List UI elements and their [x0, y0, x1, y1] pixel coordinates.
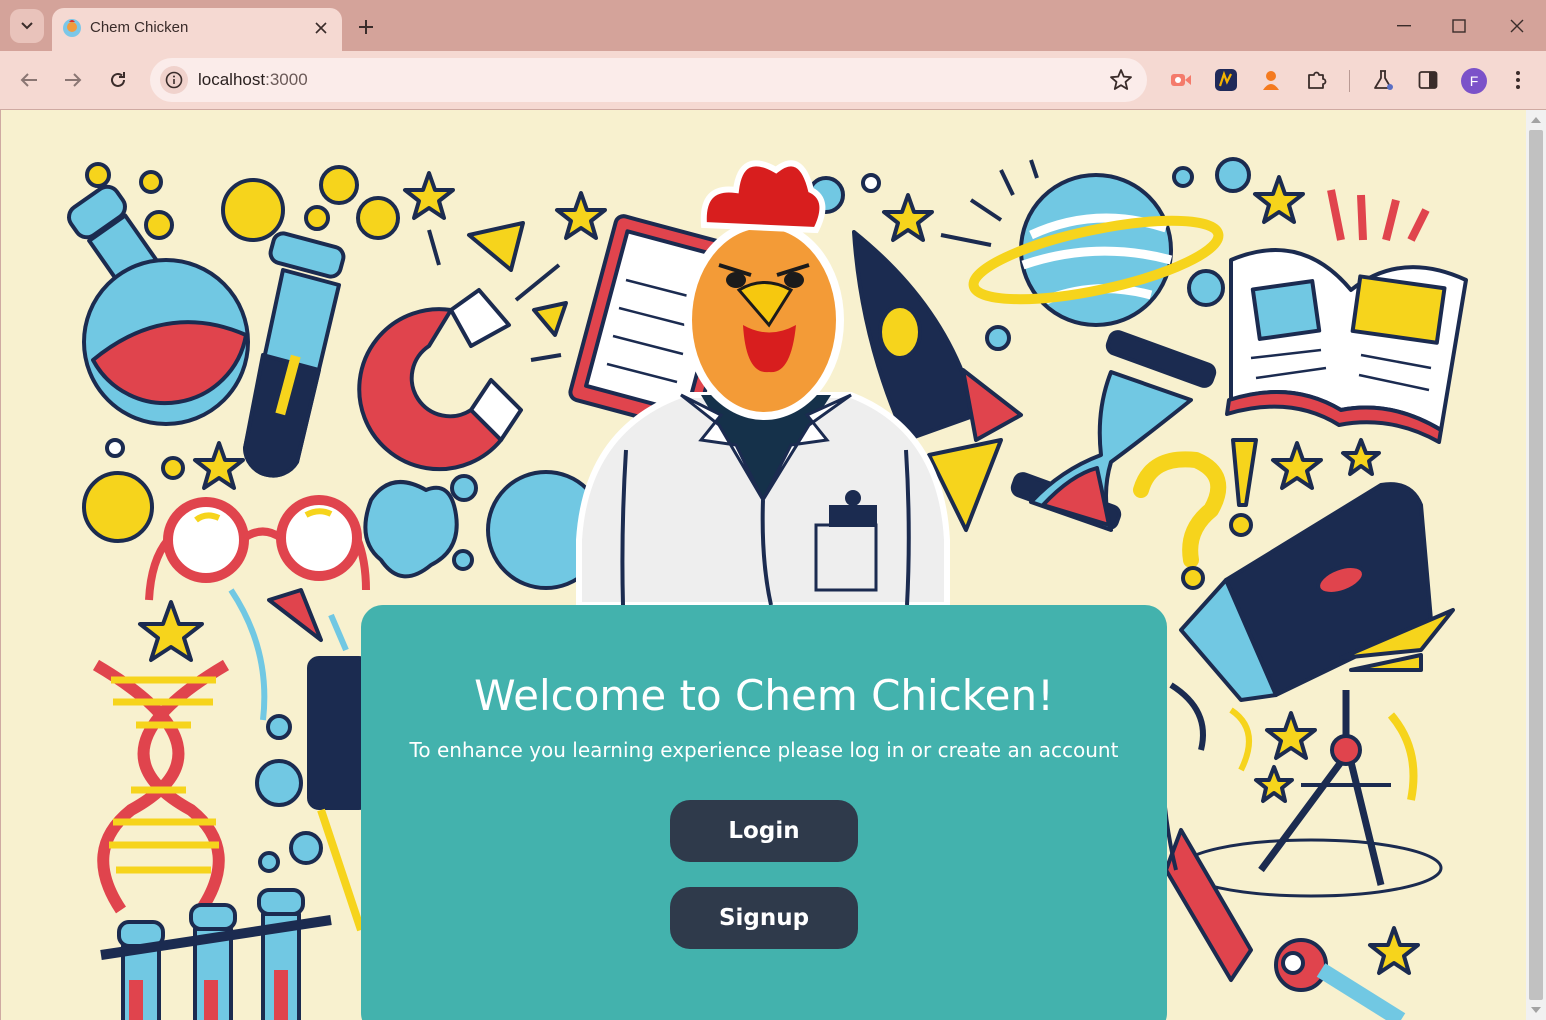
- address-bar[interactable]: localhost:3000: [150, 58, 1147, 102]
- toolbar-separator: [1349, 70, 1350, 92]
- forward-arrow-icon[interactable]: [56, 63, 90, 97]
- browser-tab[interactable]: Chem Chicken: [52, 8, 342, 51]
- minimize-icon[interactable]: [1386, 10, 1422, 42]
- page-title: Welcome to Chem Chicken!: [474, 671, 1054, 720]
- record-extension-icon[interactable]: [1167, 66, 1195, 94]
- reload-icon[interactable]: [101, 63, 135, 97]
- welcome-card: Welcome to Chem Chicken! To enhance you …: [361, 605, 1167, 1020]
- plus-icon[interactable]: [352, 13, 380, 41]
- browser-toolbar: localhost:3000 F: [0, 51, 1546, 110]
- tab-search-icon[interactable]: [10, 9, 44, 43]
- glasses-icon: [145, 495, 370, 601]
- tab-title: Chem Chicken: [90, 19, 189, 36]
- test-tube-icon: [243, 231, 346, 478]
- scrollbar-thumb[interactable]: [1529, 130, 1543, 1000]
- writing-extension-icon[interactable]: [1212, 66, 1240, 94]
- profile-avatar[interactable]: F: [1461, 68, 1487, 94]
- tab-strip: Chem Chicken: [0, 0, 1546, 51]
- url-port: :3000: [265, 70, 308, 89]
- test-tube-rack-icon: [100, 888, 332, 1020]
- url-text[interactable]: localhost:3000: [198, 70, 308, 90]
- back-arrow-icon[interactable]: [12, 63, 46, 97]
- page-viewport: Welcome to Chem Chicken! To enhance you …: [0, 110, 1526, 1020]
- honey-extension-icon[interactable]: [1257, 66, 1285, 94]
- info-icon[interactable]: [160, 66, 188, 94]
- open-book-icon: [1225, 248, 1468, 444]
- close-icon[interactable]: [310, 17, 332, 39]
- window-close-icon[interactable]: [1499, 10, 1535, 42]
- side-panel-icon[interactable]: [1414, 66, 1442, 94]
- hourglass-icon: [1010, 330, 1217, 532]
- scroll-down-arrow-icon[interactable]: [1531, 1007, 1541, 1013]
- puzzle-icon[interactable]: [1303, 66, 1331, 94]
- vertical-scrollbar[interactable]: [1526, 110, 1546, 1020]
- page-subtitle: To enhance you learning experience pleas…: [409, 738, 1119, 762]
- signup-button[interactable]: Signup: [670, 887, 858, 949]
- labs-flask-icon[interactable]: [1369, 66, 1397, 94]
- scroll-up-arrow-icon[interactable]: [1531, 117, 1541, 123]
- bookmark-star-icon[interactable]: [1109, 68, 1133, 92]
- login-button[interactable]: Login: [670, 800, 858, 862]
- more-menu-icon[interactable]: [1504, 66, 1532, 94]
- magnet-icon: [357, 288, 523, 472]
- compass-icon: [1179, 690, 1443, 898]
- dna-icon: [92, 659, 230, 914]
- maximize-icon[interactable]: [1441, 10, 1477, 42]
- planet-icon: [968, 173, 1224, 327]
- url-host: localhost: [198, 70, 266, 89]
- chicken-favicon: [63, 19, 81, 37]
